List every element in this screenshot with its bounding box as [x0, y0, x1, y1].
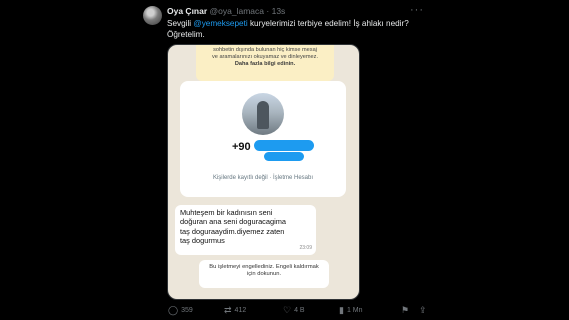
tweet-text: Sevgili @yemeksepeti kuryelerimizi terbi…	[167, 18, 427, 40]
encryption-notice: sohbetin dışında bulunan hiç kimse mesaj…	[196, 45, 334, 81]
notice-line: sohbetin dışında bulunan hiç kimse mesaj	[213, 47, 317, 53]
message-line: taş dogurmus	[180, 235, 225, 245]
views-icon: ▮	[339, 305, 344, 315]
blocked-notice: Bu işletmeyi engellediniz. Engeli kaldır…	[199, 260, 329, 288]
more-options-icon[interactable]: ···	[410, 4, 424, 16]
tweet-text-prefix: Sevgili	[167, 19, 194, 28]
redaction-mark	[264, 152, 304, 161]
learn-more-link: Daha fazla bilgi edinin.	[234, 61, 296, 67]
views-button[interactable]: ▮ 1 Mn	[339, 305, 363, 316]
heart-icon: ♡	[283, 305, 292, 315]
reply-icon: ◯	[168, 305, 179, 315]
contact-info: Kişilerde kayıtlı değil · İşletme Hesabı	[212, 175, 314, 181]
like-button[interactable]: ♡ 4 B	[283, 305, 305, 316]
chat-message: Muhteşem bir kadınısın seni doğuran ana …	[175, 205, 316, 255]
retweet-icon: ⇄	[224, 305, 232, 315]
retweet-count: 412	[234, 307, 247, 314]
redaction-mark	[254, 140, 314, 151]
user-handle[interactable]: @oya_lamaca	[210, 6, 264, 16]
contact-avatar	[242, 93, 284, 135]
message-time: 23:09	[299, 244, 312, 251]
message-line: taş doguraaydim.diyemez zaten	[180, 226, 285, 236]
bookmark-icon[interactable]: ⚑	[401, 305, 409, 316]
phone-prefix: +90	[232, 141, 251, 153]
separator: ·	[266, 6, 270, 16]
tweet-header: Oya Çınar @oya_lamaca · 13s	[167, 6, 285, 16]
notice-line: ve aramalarınızı okuyamaz ve dinleyemez.	[211, 54, 319, 60]
message-line: doğuran ana seni doguracagima	[180, 217, 287, 227]
contact-card: +90 Kişilerde kayıtlı değil · İşletme He…	[180, 81, 346, 197]
share-icon[interactable]: ⇪	[419, 305, 427, 316]
blocked-notice-line: için dokunun.	[246, 271, 282, 278]
reply-count: 359	[181, 307, 193, 314]
reply-button[interactable]: ◯ 359	[168, 305, 193, 316]
tweet: Oya Çınar @oya_lamaca · 13s ··· Sevgili …	[0, 0, 569, 320]
tweet-time[interactable]: 13s	[272, 6, 286, 16]
display-name[interactable]: Oya Çınar	[167, 6, 207, 16]
message-line: Muhteşem bir kadınısın seni	[180, 208, 273, 217]
like-count: 4 B	[294, 307, 305, 314]
attached-image[interactable]: sohbetin dışında bulunan hiç kimse mesaj…	[167, 44, 360, 300]
user-avatar[interactable]	[143, 6, 162, 25]
mention-link[interactable]: @yemeksepeti	[193, 19, 247, 28]
blocked-notice-line: Bu işletmeyi engellediniz. Engeli kaldır…	[209, 264, 319, 270]
views-count: 1 Mn	[346, 307, 363, 314]
retweet-button[interactable]: ⇄ 412	[224, 305, 246, 316]
